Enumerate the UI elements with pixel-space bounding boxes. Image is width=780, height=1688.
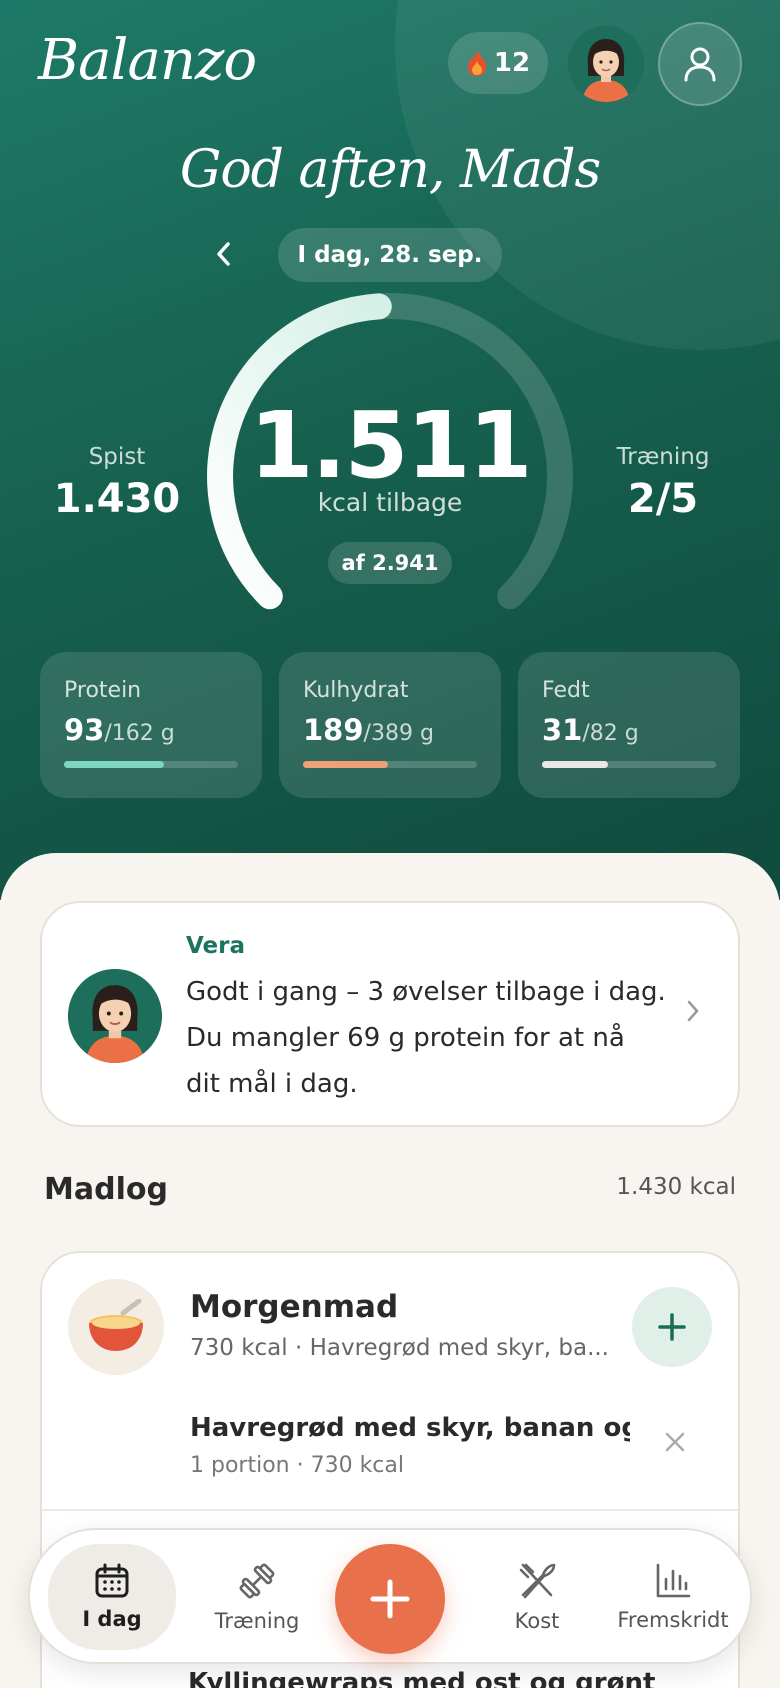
macro-progress-fill <box>542 761 608 768</box>
macro-value: 31/82 g <box>542 713 639 747</box>
tab-progress[interactable]: Fremskridt <box>608 1544 738 1650</box>
food-item-detail: 1 portion · 730 kcal <box>190 1453 404 1478</box>
macro-value: 93/162 g <box>64 713 175 747</box>
streak-badge[interactable]: 12 <box>448 32 548 94</box>
plus-icon <box>370 1579 410 1619</box>
coach-message: Godt i gang – 3 øvelser tilbage i dag. D… <box>186 977 666 1099</box>
macro-progress-fill <box>303 761 388 768</box>
flame-icon <box>467 50 486 76</box>
tab-label: Kost <box>514 1609 560 1633</box>
meal-name: Morgenmad <box>190 1289 399 1325</box>
utensils-icon <box>519 1563 556 1599</box>
dumbbell-icon <box>239 1563 275 1599</box>
user-icon <box>684 47 716 82</box>
calorie-goal-badge: af 2.941 <box>328 542 452 584</box>
tab-label: I dag <box>82 1607 142 1631</box>
meal-summary: 730 kcal · Havregrød med skyr, ba... <box>190 1335 609 1361</box>
training-value: 2/5 <box>627 476 699 522</box>
macro-label: Fedt <box>542 678 590 703</box>
tab-diet[interactable]: Kost <box>482 1544 592 1650</box>
app-logo: Balanzo <box>38 28 257 93</box>
coach-name: Vera <box>186 933 246 959</box>
coach-card[interactable]: Vera Godt i gang – 3 øvelser tilbage i d… <box>40 901 740 1127</box>
profile-button[interactable] <box>658 22 742 106</box>
previous-day-button[interactable] <box>205 236 241 272</box>
macro-progress-track <box>303 761 477 768</box>
food-item-name[interactable]: Kyllingewraps med ost og grønt <box>188 1668 655 1688</box>
date-selector[interactable]: I dag, 28. sep. <box>278 228 502 282</box>
add-food-button[interactable] <box>632 1287 712 1367</box>
streak-count: 12 <box>493 48 531 78</box>
coach-avatar-button[interactable] <box>568 26 644 102</box>
eaten-value: 1.430 <box>53 476 181 522</box>
macro-progress-fill <box>64 761 164 768</box>
eaten-stat: Spist 1.430 <box>37 444 197 522</box>
macro-card-protein[interactable]: Protein 93/162 g <box>40 652 262 798</box>
macro-card-carbs[interactable]: Kulhydrat 189/389 g <box>279 652 501 798</box>
divider <box>42 1509 738 1511</box>
plus-icon <box>658 1313 686 1341</box>
macro-progress-track <box>64 761 238 768</box>
macro-label: Protein <box>64 678 142 703</box>
tab-today[interactable]: I dag <box>48 1544 176 1650</box>
tab-label: Træning <box>214 1609 300 1633</box>
close-icon <box>665 1432 685 1452</box>
bar-chart-icon <box>656 1563 691 1598</box>
greeting-title: God aften, Mads <box>179 140 601 200</box>
macro-progress-track <box>542 761 716 768</box>
calendar-icon <box>95 1563 129 1598</box>
add-entry-button[interactable] <box>335 1544 445 1654</box>
tab-label: Fremskridt <box>617 1608 729 1632</box>
avatar-illustration <box>68 969 162 1063</box>
bowl-icon <box>68 1279 164 1375</box>
food-item-name[interactable]: Havregrød med skyr, banan og h... <box>190 1413 630 1443</box>
remove-item-button[interactable] <box>664 1431 686 1457</box>
coach-avatar <box>68 969 162 1063</box>
training-label: Træning <box>616 444 710 470</box>
avatar-illustration <box>568 26 644 102</box>
eaten-label: Spist <box>88 444 146 470</box>
foodlog-title: Madlog <box>44 1172 168 1207</box>
foodlog-total: 1.430 kcal <box>616 1174 736 1200</box>
chevron-right-icon <box>686 999 700 1027</box>
training-stat[interactable]: Træning 2/5 <box>583 444 743 522</box>
tab-training[interactable]: Træning <box>192 1544 322 1650</box>
macro-value: 189/389 g <box>303 713 434 747</box>
hero-section: Balanzo 12 God aften, Mads I dag, 28. se… <box>0 0 780 900</box>
macro-card-fat[interactable]: Fedt 31/82 g <box>518 652 740 798</box>
macro-label: Kulhydrat <box>303 678 409 703</box>
chevron-left-icon <box>217 242 230 266</box>
